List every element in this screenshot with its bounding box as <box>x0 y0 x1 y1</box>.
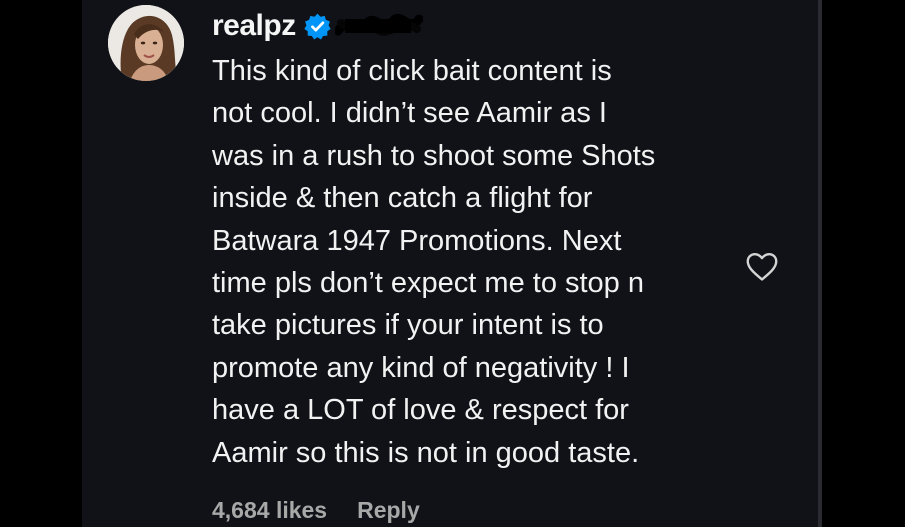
comment-header: realpz <box>212 4 424 48</box>
comment-meta: 4,684 likes Reply <box>212 497 420 524</box>
comment-line: Batwara 1947 Promotions. Next <box>212 224 622 257</box>
heart-outline-icon <box>746 252 778 281</box>
comment-text: This kind of click bait content is not c… <box>212 50 732 474</box>
like-button[interactable] <box>743 247 781 285</box>
comment-line: promote any kind of negativity ! I <box>212 351 630 384</box>
comment-line: Aamir so this is not in good taste. <box>212 436 640 469</box>
verified-badge-icon <box>304 13 331 40</box>
comment-line: This kind of click bait content is <box>212 55 612 87</box>
comment-line: have a LOT of love & respect for <box>212 394 629 427</box>
screenshot-frame: realpz This kind of click bait content i… <box>0 0 905 527</box>
avatar[interactable] <box>108 5 184 81</box>
comment-line: inside & then catch a flight for <box>212 182 593 215</box>
profile-photo-icon <box>108 5 184 81</box>
panel-edge-divider <box>818 0 822 527</box>
likes-count[interactable]: 4,684 likes <box>212 497 327 524</box>
reply-button[interactable]: Reply <box>357 497 420 524</box>
comment-line: was in a rush to shoot some Shots <box>212 139 656 172</box>
comment-line: time pls don’t expect me to stop n <box>212 267 644 300</box>
comment-line: not cool. I didn’t see Aamir as I <box>212 97 607 130</box>
redaction-scribble <box>333 11 424 41</box>
comment-line: take pictures if your intent is to <box>212 309 604 342</box>
username-link[interactable]: realpz <box>212 9 296 43</box>
